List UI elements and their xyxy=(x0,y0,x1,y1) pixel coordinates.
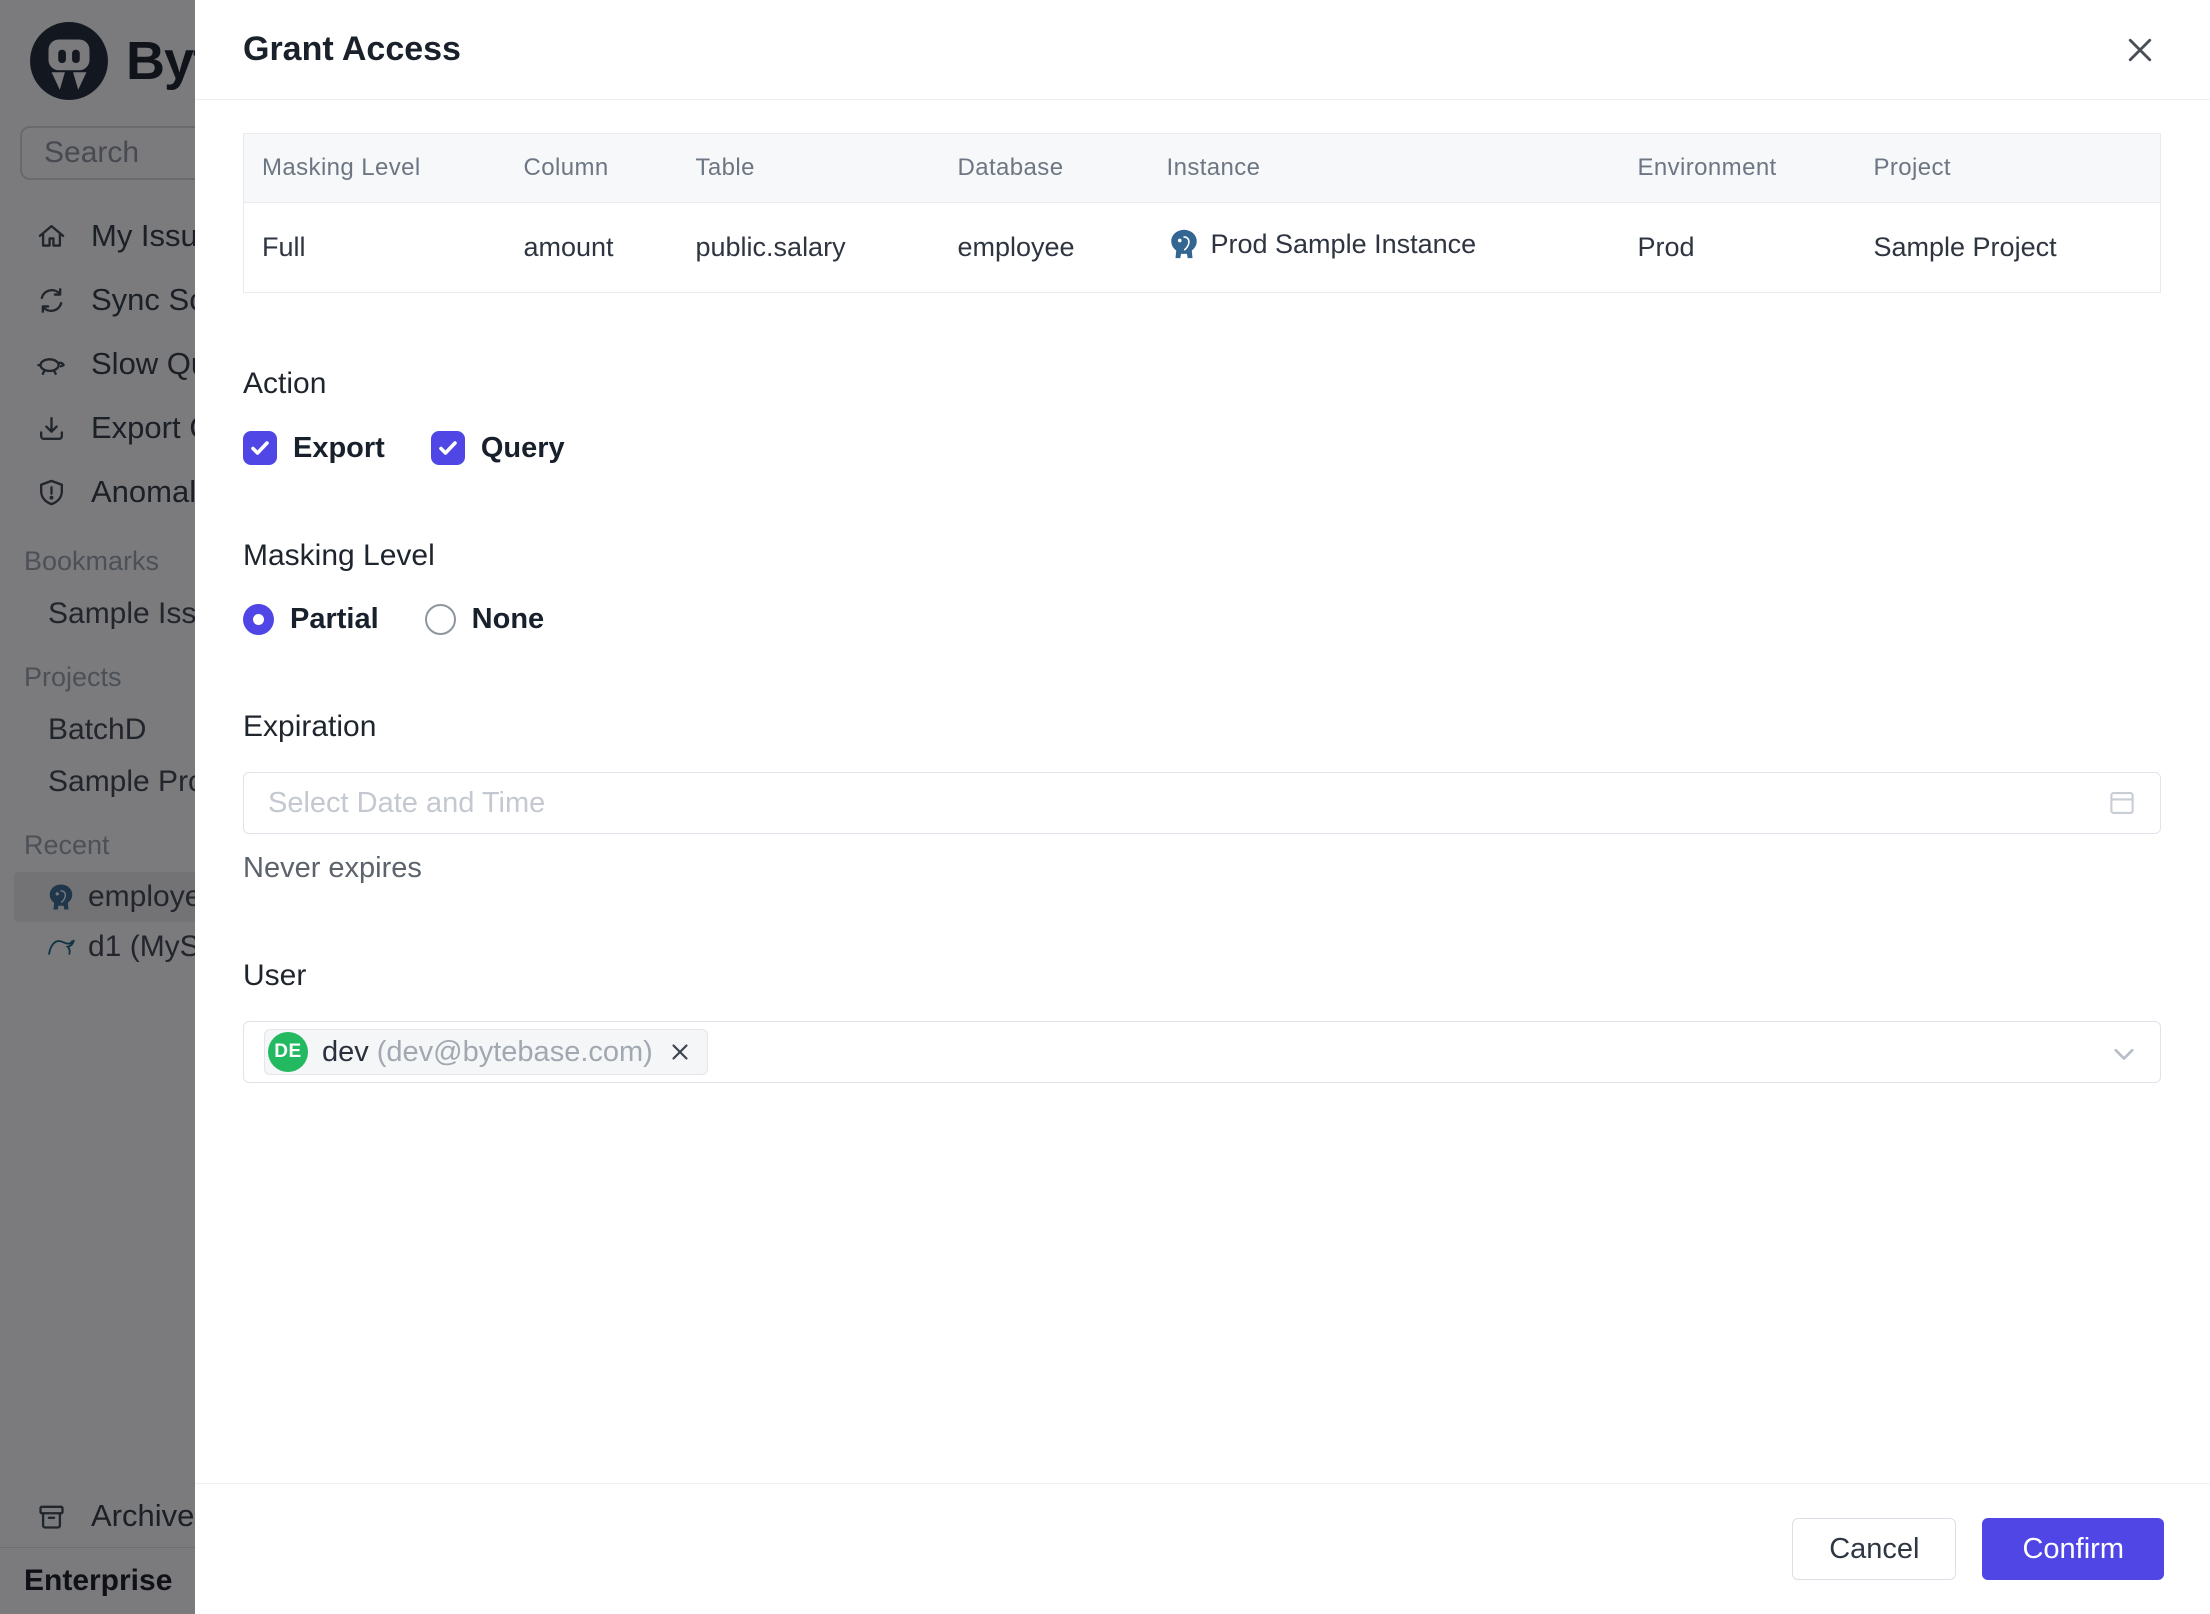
cell-table: public.salary xyxy=(695,232,846,262)
cell-project: Sample Project xyxy=(1873,232,2057,262)
table-row: Full amount public.salary employee Prod … xyxy=(244,203,2161,293)
chevron-down-icon xyxy=(2106,1036,2142,1072)
masking-level-heading: Masking Level xyxy=(243,539,435,572)
partial-radio[interactable] xyxy=(243,604,274,635)
export-checkbox-label[interactable]: Export xyxy=(293,432,385,465)
cell-database: employee xyxy=(957,232,1075,262)
col-environment: Environment xyxy=(1619,133,1856,203)
col-database: Database xyxy=(939,133,1149,203)
table-header-row: Masking Level Column Table Database Inst… xyxy=(243,133,2161,203)
close-icon[interactable] xyxy=(2118,28,2162,72)
masking-access-table: Masking Level Column Table Database Inst… xyxy=(243,133,2161,293)
cell-instance: Prod Sample Instance xyxy=(1149,203,1620,293)
col-table: Table xyxy=(677,133,940,203)
remove-user-icon[interactable] xyxy=(667,1039,693,1065)
modal-title: Grant Access xyxy=(243,30,461,68)
instance-name: Prod Sample Instance xyxy=(1210,228,1477,259)
expiration-heading: Expiration xyxy=(243,710,377,743)
modal-header: Grant Access xyxy=(195,0,2210,100)
export-checkbox[interactable] xyxy=(243,431,277,465)
expiration-section: Expiration Never expires xyxy=(243,710,2161,885)
user-select[interactable]: DE dev (dev@bytebase.com) xyxy=(243,1021,2161,1083)
col-column: Column xyxy=(505,133,678,203)
col-masking-level: Masking Level xyxy=(243,133,506,203)
query-checkbox[interactable] xyxy=(430,431,465,465)
expiration-note: Never expires xyxy=(243,852,422,884)
avatar: DE xyxy=(268,1032,308,1072)
postgres-icon xyxy=(1167,227,1201,261)
action-heading: Action xyxy=(243,367,327,400)
cell-masking-level: Full xyxy=(262,232,306,262)
user-email: (dev@bytebase.com) xyxy=(376,1035,653,1068)
modal-footer: Cancel Confirm xyxy=(195,1483,2210,1614)
col-instance: Instance xyxy=(1148,133,1620,203)
expiration-date-input[interactable] xyxy=(243,772,2161,834)
col-project: Project xyxy=(1855,133,2161,203)
cell-column: amount xyxy=(523,232,614,262)
grant-access-modal: Grant Access Masking Level Column Table … xyxy=(195,0,2210,1614)
masking-level-section: Masking Level Partial None xyxy=(243,539,2161,636)
user-name: dev xyxy=(322,1035,369,1068)
partial-radio-label[interactable]: Partial xyxy=(290,603,379,636)
action-section: Action Export Query xyxy=(243,367,2161,465)
modal-body: Masking Level Column Table Database Inst… xyxy=(195,100,2210,1483)
cell-environment: Prod xyxy=(1637,232,1695,262)
user-section: User DE dev (dev@bytebase.com) xyxy=(243,959,2161,1083)
user-tag: DE dev (dev@bytebase.com) xyxy=(264,1029,708,1075)
none-radio-label[interactable]: None xyxy=(472,603,545,636)
query-checkbox-label[interactable]: Query xyxy=(481,432,565,465)
cancel-button[interactable]: Cancel xyxy=(1792,1518,1957,1580)
none-radio[interactable] xyxy=(424,604,456,635)
user-heading: User xyxy=(243,959,307,992)
confirm-button[interactable]: Confirm xyxy=(1982,1518,2164,1580)
